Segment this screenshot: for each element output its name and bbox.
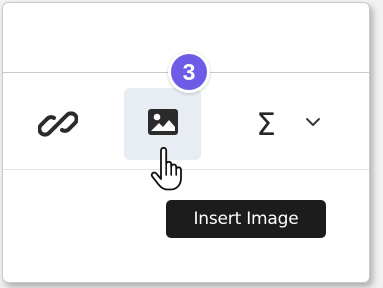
link-button[interactable]	[36, 104, 80, 148]
link-icon	[37, 104, 79, 149]
hand-pointer-icon	[147, 146, 187, 193]
screenshot-stage: Σ 3 Insert Image	[0, 0, 383, 288]
sigma-icon: Σ	[256, 106, 276, 143]
chevron-down-icon	[305, 115, 321, 133]
editor-panel: Σ	[2, 2, 370, 283]
insert-image-tooltip: Insert Image	[166, 200, 326, 238]
equation-button[interactable]: Σ	[239, 104, 293, 146]
image-icon	[147, 108, 179, 141]
equation-dropdown-button[interactable]	[300, 109, 326, 139]
step-badge: 3	[168, 51, 210, 93]
